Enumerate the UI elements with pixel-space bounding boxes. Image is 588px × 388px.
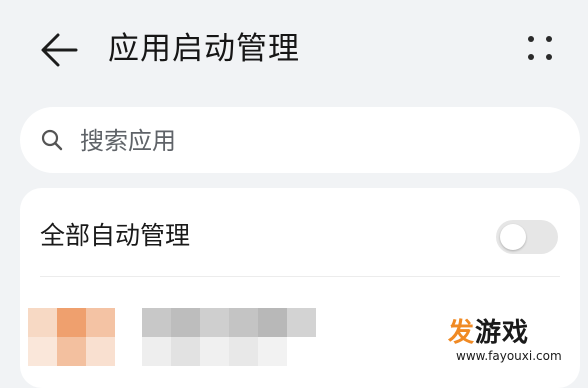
search-bar[interactable] xyxy=(20,107,580,173)
arrow-left-icon xyxy=(41,33,78,67)
watermark-logo: 发游戏 xyxy=(448,318,530,348)
search-input[interactable] xyxy=(78,121,552,161)
back-button[interactable] xyxy=(38,28,82,72)
more-options-button[interactable] xyxy=(520,30,560,70)
auto-manage-toggle[interactable] xyxy=(496,220,558,254)
search-icon xyxy=(41,129,63,151)
top-bar: 应用启动管理 xyxy=(0,0,588,100)
toggle-knob xyxy=(500,224,526,250)
page-title: 应用启动管理 xyxy=(108,31,300,67)
watermark-url: www.fayouxi.com xyxy=(456,349,562,363)
divider xyxy=(40,276,560,277)
auto-manage-label: 全部自动管理 xyxy=(40,221,191,250)
